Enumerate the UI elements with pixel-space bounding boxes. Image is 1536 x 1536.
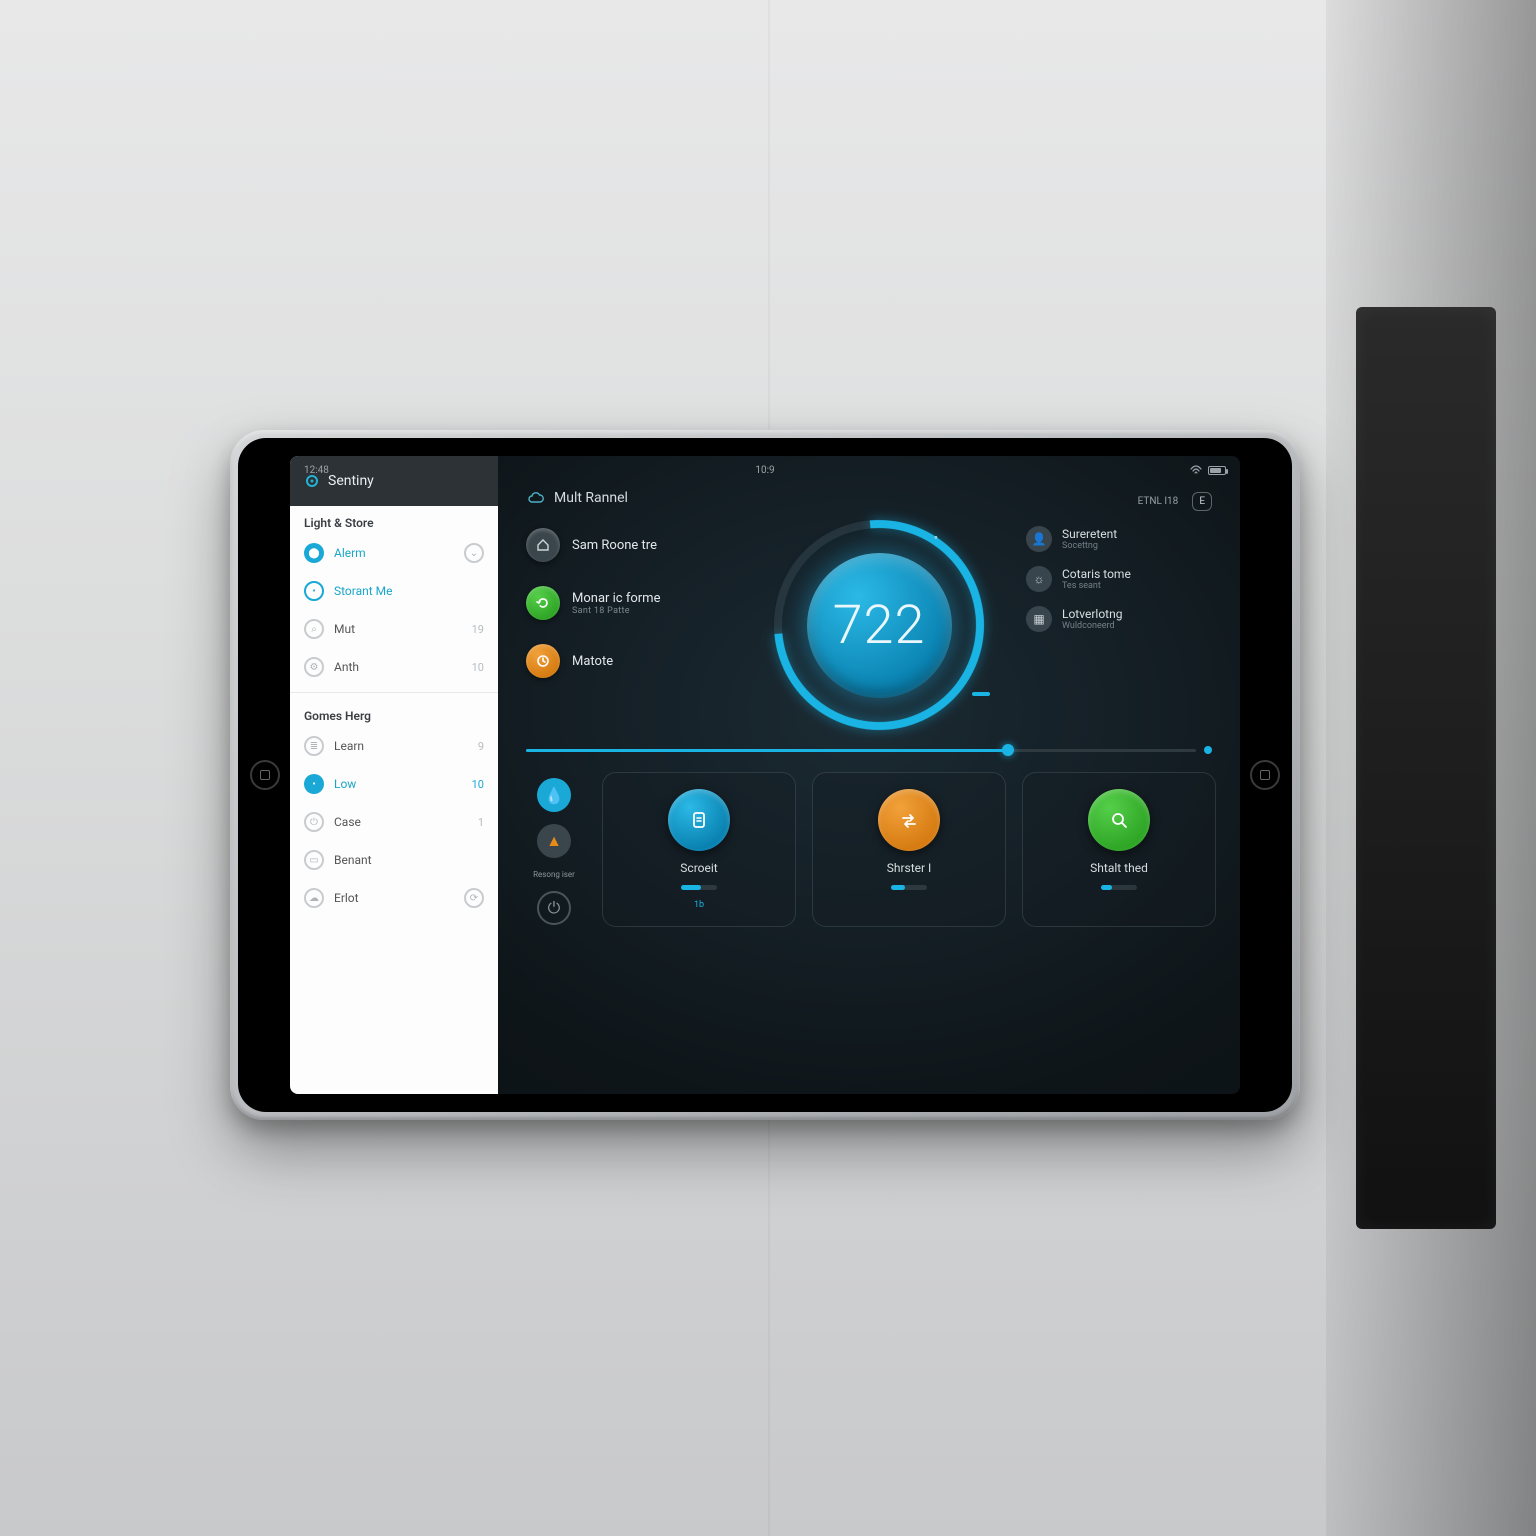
section-title-label: Mult Rannel (554, 490, 628, 506)
status-time-left: 12:48 (304, 465, 329, 476)
card-1-bar (681, 885, 717, 890)
tablet-device: 12:48 10:9 Sentiny Light & Store (230, 430, 1300, 1120)
status-bar: 12:48 10:9 (290, 456, 1240, 484)
sidebar-item-anth[interactable]: ⚙ Anth 10 (290, 648, 498, 686)
device-card-3[interactable]: Shtalt thed (1022, 772, 1216, 927)
flame-icon: ▲ (546, 831, 562, 851)
quick-list: 👤 Sureretent Socettng ☼ Cotaris tome Tes… (1026, 520, 1216, 730)
section-title: Mult Rannel (522, 490, 1216, 506)
dial-tick (972, 692, 990, 696)
grid-icon: ▦ (1026, 606, 1052, 632)
sidebar: Sentiny Light & Store ⬤ Alerm ⌄ • Storan… (290, 456, 498, 1094)
sidebar-item-storant[interactable]: • Storant Me (290, 572, 498, 610)
room-item-1[interactable]: Sam Roone tre (522, 520, 732, 570)
quick-item-1[interactable]: 👤 Sureretent Socettng (1026, 526, 1216, 552)
tablet-home-button-left[interactable] (250, 760, 280, 790)
quick-item-2[interactable]: ☼ Cotaris tome Tes seant (1026, 566, 1216, 592)
search-icon: ⌕ (304, 619, 324, 639)
status-right-cluster (1190, 465, 1226, 475)
sidebar-item-case[interactable]: ⏻ Case 1 (290, 803, 498, 841)
sidebar-item-alerm[interactable]: ⬤ Alerm ⌄ (290, 534, 498, 572)
power-icon: ⏻ (304, 812, 324, 832)
card-2-bar (891, 885, 927, 890)
user-icon: 👤 (1026, 526, 1052, 552)
search-large-icon (1088, 789, 1150, 851)
mini-label: Resong iser (533, 870, 575, 879)
dial-progress (731, 477, 1027, 773)
mini-button-2[interactable]: ▲ (537, 824, 571, 858)
mini-button-3[interactable]: ⏻ (537, 891, 571, 925)
tablet-home-button-right[interactable] (1250, 760, 1280, 790)
device-card-1[interactable]: Scroeit 1b (602, 772, 796, 927)
slider-fill (526, 749, 1008, 752)
card-3-bar (1101, 885, 1137, 890)
gear-icon: ⚙ (304, 657, 324, 677)
thermostat-dial[interactable]: ° 722 (774, 520, 984, 730)
sync-icon: ⟳ (464, 888, 484, 908)
sidebar-section-2: Gomes Herg (290, 699, 498, 727)
sidebar-item-learn[interactable]: ≣ Learn 9 (290, 727, 498, 765)
wifi-icon (1190, 465, 1202, 475)
cloud-header-icon (528, 492, 544, 504)
drop-icon: 💧 (544, 786, 564, 805)
sidebar-item-low[interactable]: • Low 10 (290, 765, 498, 803)
folder-icon: ▭ (304, 850, 324, 870)
dot-accent-icon: • (304, 774, 324, 794)
refresh-icon (526, 586, 560, 620)
sidebar-item-mut[interactable]: ⌕ Mut 19 (290, 610, 498, 648)
level-slider[interactable] (526, 746, 1212, 754)
document-icon (668, 789, 730, 851)
power-small-icon: ⏻ (548, 898, 561, 918)
dial-unit: ° (934, 534, 938, 547)
home-icon (526, 528, 560, 562)
expand-icon: ⌄ (464, 543, 484, 563)
slider-endcap (1204, 746, 1212, 754)
environment-right-appliances (1326, 0, 1536, 1536)
device-cards-row: 💧 ▲ Resong iser ⏻ (522, 772, 1216, 927)
sidebar-item-erlot[interactable]: ☁ Erlot ⟳ (290, 879, 498, 917)
thermostat-dial-area: ° 722 (750, 520, 1008, 730)
room-item-2[interactable]: Monar ic forme Sant 18 Patte (522, 578, 732, 628)
sidebar-divider (290, 692, 498, 693)
clock-icon (526, 644, 560, 678)
room-item-3[interactable]: Matote (522, 636, 732, 686)
chart-icon: ≣ (304, 736, 324, 756)
mini-button-1[interactable]: 💧 (537, 778, 571, 812)
header-right: ETNL I18 E (1138, 492, 1212, 511)
slider-track (526, 749, 1196, 752)
header-chip[interactable]: E (1192, 492, 1212, 511)
device-card-2[interactable]: Shrster I (812, 772, 1006, 927)
sun-icon: ☼ (1026, 566, 1052, 592)
status-center: 10:9 (755, 465, 774, 476)
circle-icon: • (304, 581, 324, 601)
main-panel: ETNL I18 E Mult Rannel (498, 456, 1240, 1094)
tablet-bezel: 12:48 10:9 Sentiny Light & Store (238, 438, 1292, 1112)
header-right-text: ETNL I18 (1138, 496, 1179, 507)
cloud-icon: ☁ (304, 888, 324, 908)
mini-column: 💧 ▲ Resong iser ⏻ (522, 772, 586, 927)
room-list: Sam Roone tre Monar ic forme Sant 18 Pat… (522, 520, 732, 730)
quick-item-3[interactable]: ▦ Lotverlotng Wuldconeerd (1026, 606, 1216, 632)
sidebar-section-1: Light & Store (290, 506, 498, 534)
screen: 12:48 10:9 Sentiny Light & Store (290, 456, 1240, 1094)
top-area: Sam Roone tre Monar ic forme Sant 18 Pat… (522, 520, 1216, 730)
slider-thumb[interactable] (1002, 744, 1014, 756)
bulb-icon: ⬤ (304, 543, 324, 563)
sidebar-item-benant[interactable]: ▭ Benant (290, 841, 498, 879)
transfer-icon (878, 789, 940, 851)
battery-icon (1208, 466, 1226, 475)
